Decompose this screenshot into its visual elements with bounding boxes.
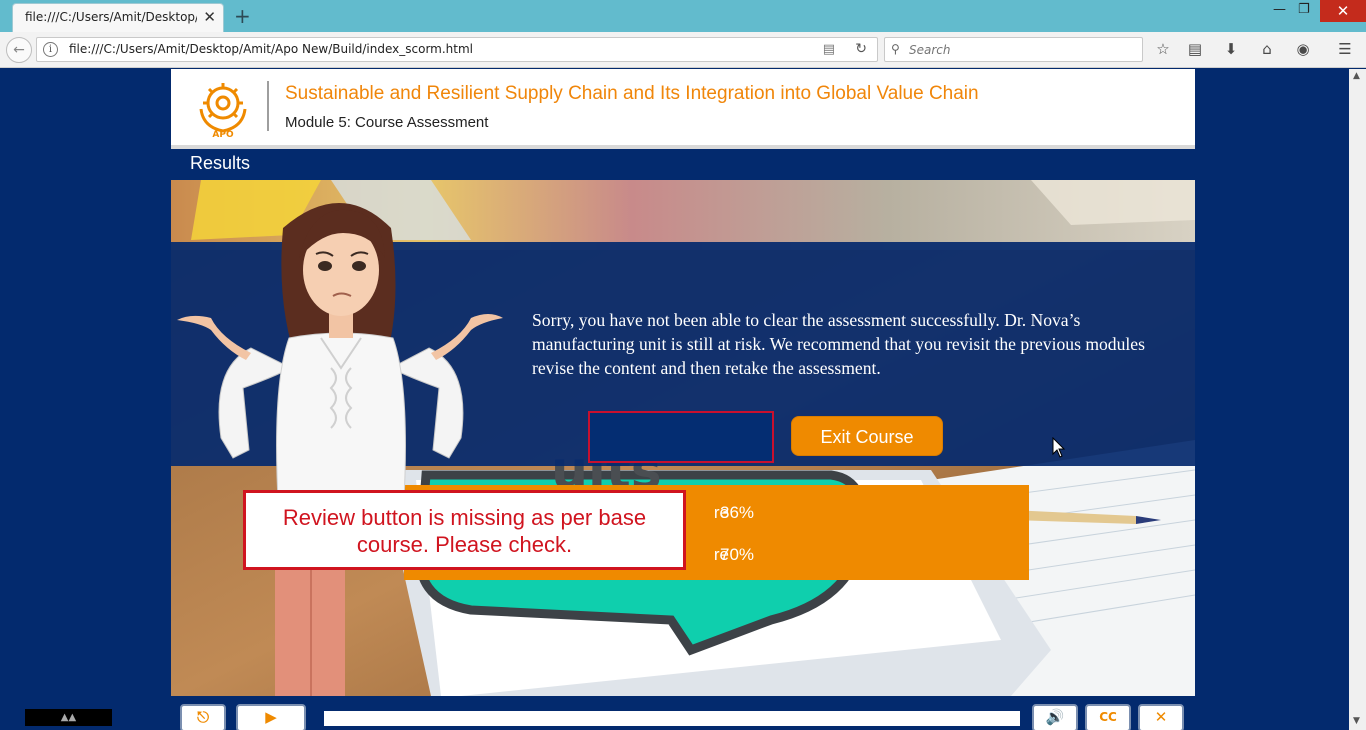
new-tab-icon[interactable]: + xyxy=(234,4,251,28)
reading-list-icon[interactable]: ▤ xyxy=(1184,40,1206,58)
browser-tab-bar: file:///C:/Users/Amit/Desktop/A ✕ + — ❐ … xyxy=(0,0,1366,32)
minimize-window-icon[interactable]: — xyxy=(1273,2,1286,17)
progress-bar[interactable] xyxy=(324,711,1020,726)
svg-text:APO: APO xyxy=(212,130,234,139)
scroll-up-icon[interactable]: ▲ xyxy=(1353,71,1360,81)
pocket-icon[interactable]: ◉ xyxy=(1292,40,1314,58)
home-icon[interactable]: ⌂ xyxy=(1256,40,1278,58)
menu-icon[interactable]: ☰ xyxy=(1334,40,1356,58)
passing-score-value: 70% xyxy=(720,545,755,564)
close-icon[interactable]: ✕ xyxy=(1138,704,1184,730)
url-text[interactable]: file:///C:/Users/Amit/Desktop/Amit/Apo N… xyxy=(69,42,473,56)
header-divider xyxy=(267,81,269,131)
result-message: Sorry, you have not been able to clear t… xyxy=(532,310,1145,378)
module-title: Module 5: Course Assessment xyxy=(285,114,489,131)
character-illustration xyxy=(177,203,503,696)
tab-title: file:///C:/Users/Amit/Desktop/A xyxy=(25,10,197,24)
search-icon: ⚲ xyxy=(891,42,900,56)
course-player: APO Sustainable and Resilient Supply Cha… xyxy=(171,69,1195,696)
close-window-icon[interactable]: ✕ xyxy=(1320,0,1366,22)
reader-view-icon[interactable]: ▤ xyxy=(823,42,835,57)
download-icon[interactable]: ⬇ xyxy=(1220,40,1242,58)
taskbar-thumbnail: ▲▲ xyxy=(25,709,112,726)
review-button-placeholder xyxy=(588,411,774,463)
browser-tab[interactable]: file:///C:/Users/Amit/Desktop/A ✕ xyxy=(12,3,224,32)
apo-logo: APO xyxy=(199,83,247,139)
search-input[interactable] xyxy=(909,41,1134,59)
search-bar[interactable]: ⚲ xyxy=(884,37,1143,62)
play-icon[interactable]: ▶ xyxy=(236,704,306,730)
page-title: Results xyxy=(190,153,251,173)
restore-window-icon[interactable]: ❐ xyxy=(1298,2,1310,17)
player-controls: ▲▲ ⎋ ▶ 🔊 CC ✕ xyxy=(0,696,1349,730)
callout-text: Review button is missing as per base cou… xyxy=(282,505,647,557)
exit-course-button[interactable]: Exit Course xyxy=(791,416,943,456)
course-header: APO Sustainable and Resilient Supply Cha… xyxy=(171,69,1195,145)
score-value: 36% xyxy=(720,503,755,522)
address-bar[interactable]: i file:///C:/Users/Amit/Desktop/Amit/Apo… xyxy=(36,37,878,62)
results-scene: ults Sorry, you have not been able to cl… xyxy=(171,180,1195,696)
exit-icon[interactable]: ⎋ xyxy=(180,704,226,730)
review-annotation-callout: Review button is missing as per base cou… xyxy=(243,490,686,570)
reload-icon[interactable]: ↻ xyxy=(855,41,867,57)
results-bar: Results xyxy=(171,149,1195,180)
volume-icon[interactable]: 🔊 xyxy=(1032,704,1078,730)
browser-nav-bar: ← i file:///C:/Users/Amit/Desktop/Amit/A… xyxy=(0,32,1366,68)
bookmark-star-icon[interactable]: ☆ xyxy=(1152,40,1174,58)
back-arrow-icon[interactable]: ← xyxy=(6,37,32,63)
course-title: Sustainable and Resilient Supply Chain a… xyxy=(285,83,979,104)
mouse-cursor-icon xyxy=(1052,437,1066,458)
scroll-down-icon[interactable]: ▼ xyxy=(1353,716,1360,726)
info-icon[interactable]: i xyxy=(43,42,58,57)
tab-close-icon[interactable]: ✕ xyxy=(203,8,216,26)
cc-icon[interactable]: CC xyxy=(1085,704,1131,730)
page-scrollbar[interactable]: ▲ ▼ xyxy=(1349,69,1366,730)
